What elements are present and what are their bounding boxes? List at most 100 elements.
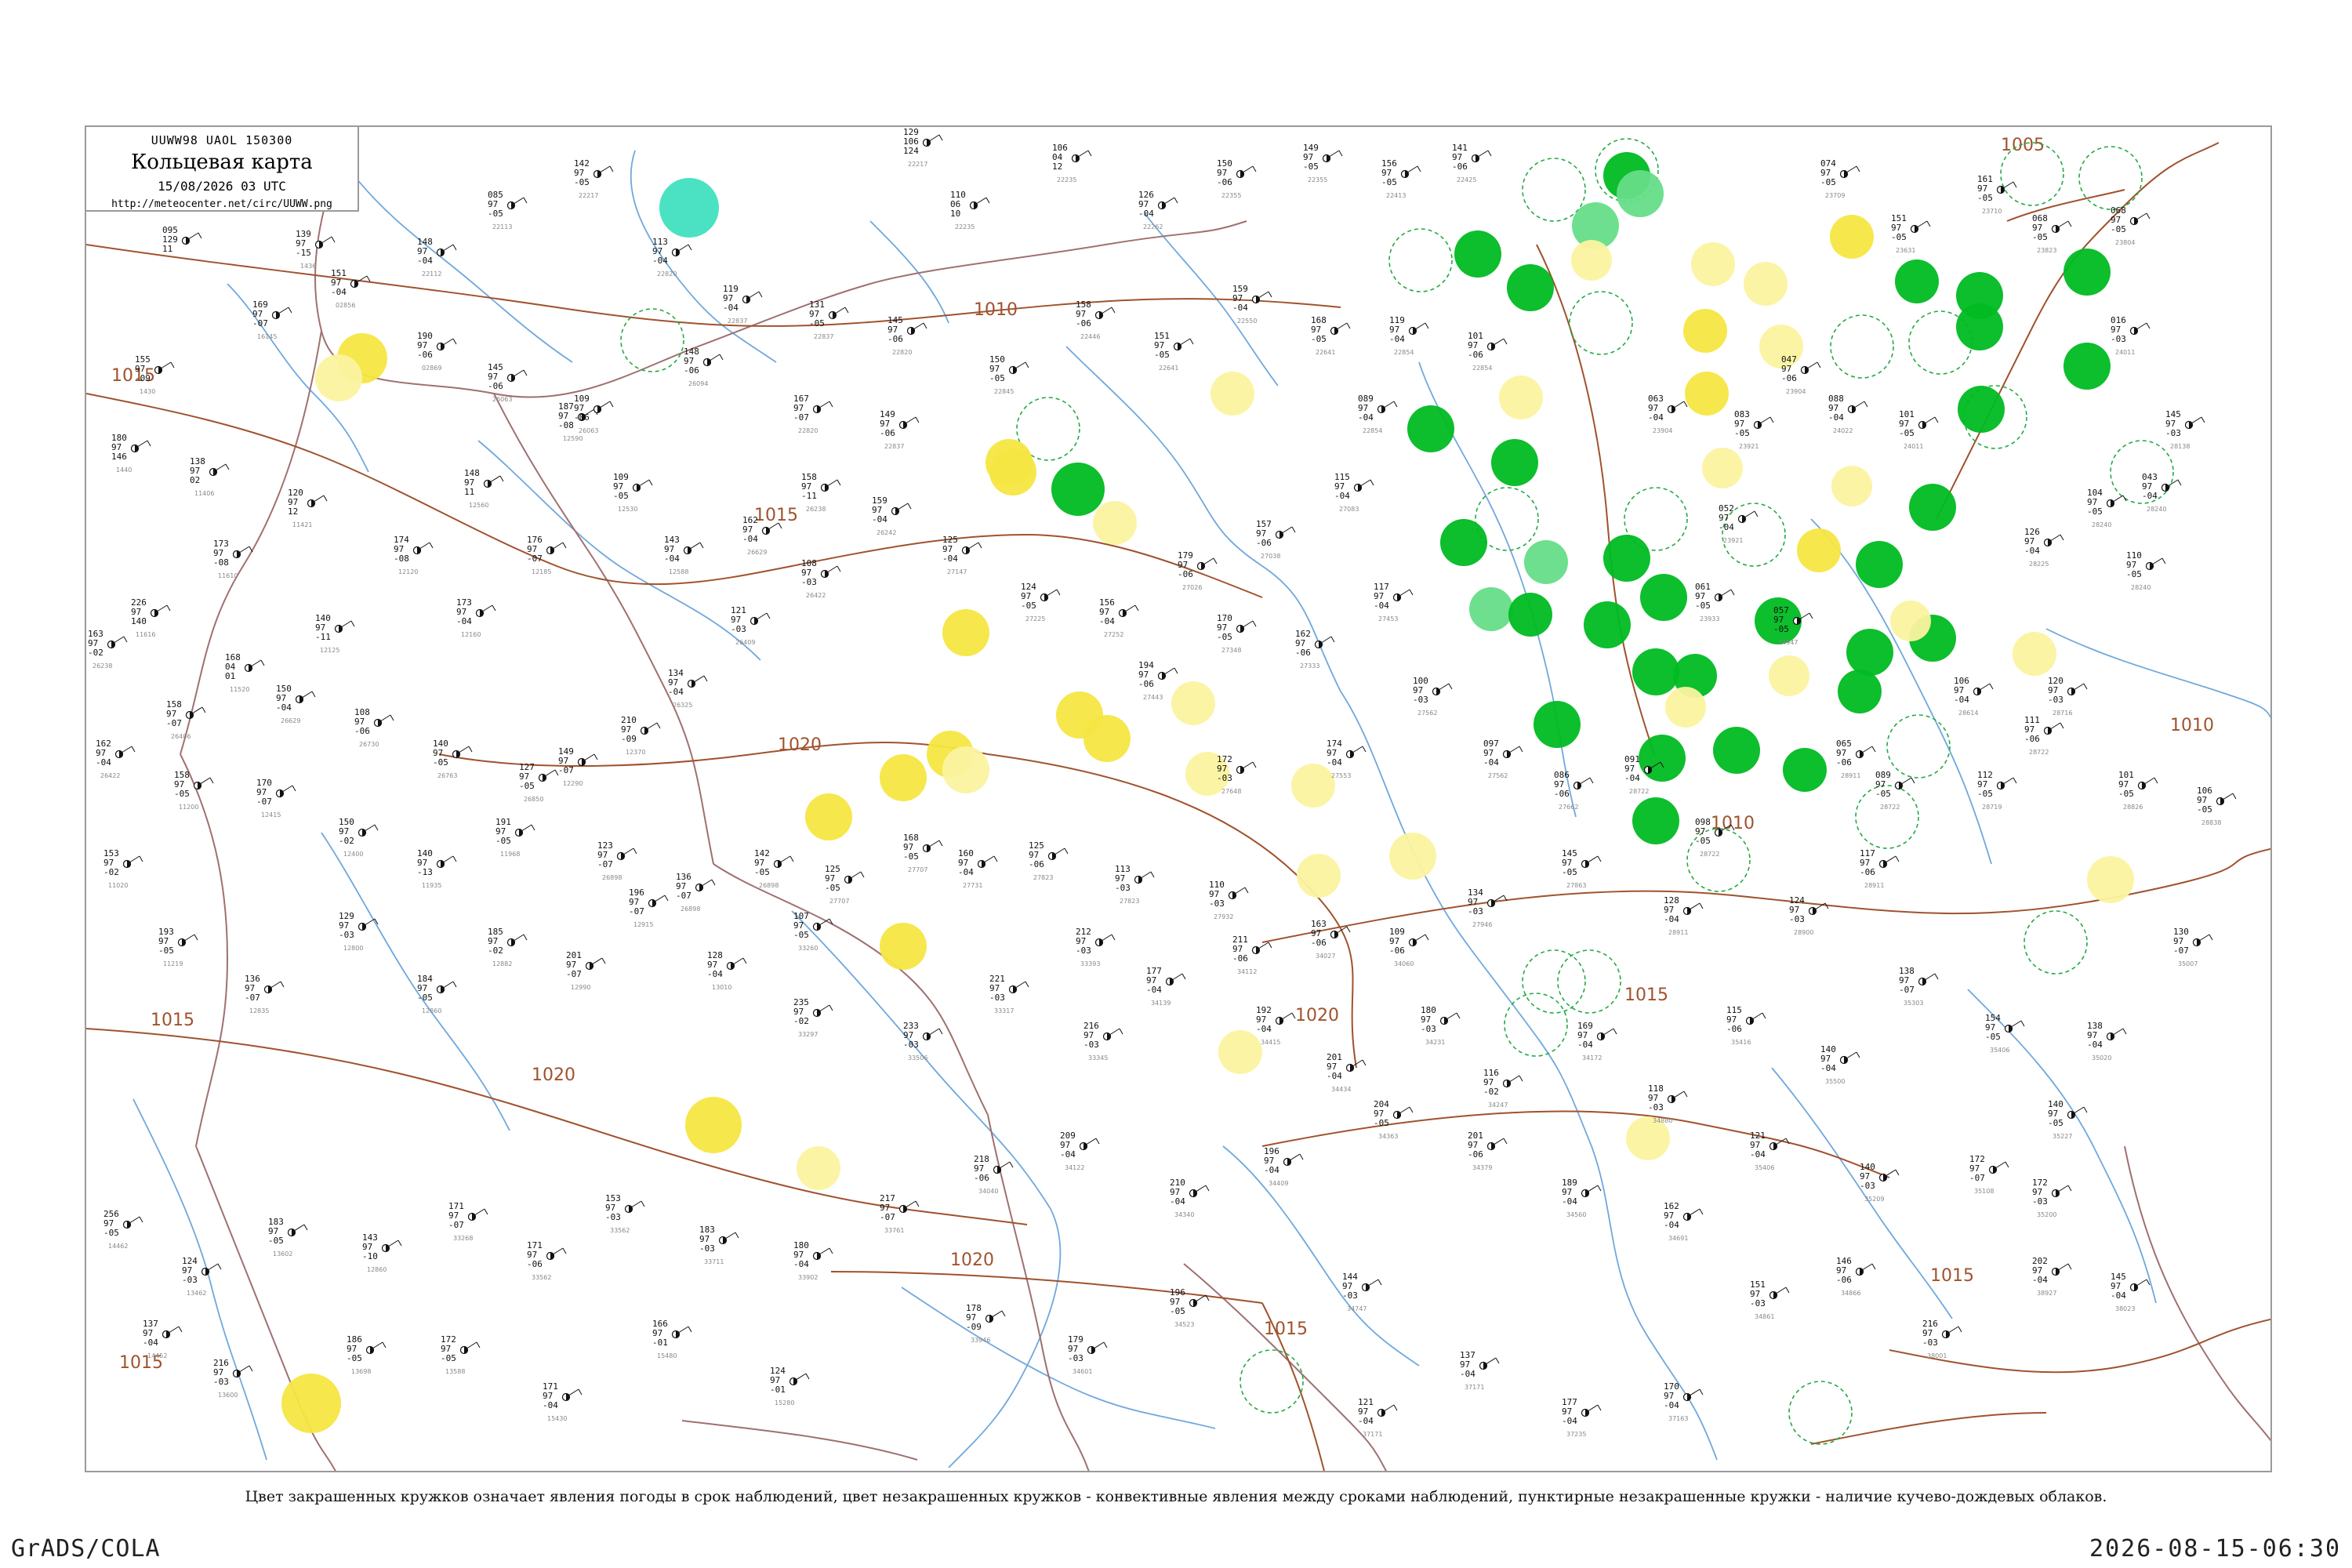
station-plot[interactable]: 15797-0627038 [1256, 519, 1296, 560]
station-plot[interactable]: 15997-0422550 [1232, 284, 1272, 325]
station-plot[interactable]: 19397-0511219 [158, 927, 198, 967]
station-plot[interactable]: 13697-0712835 [245, 974, 285, 1014]
weather-circle-haze_light[interactable] [1389, 833, 1436, 880]
station-plot[interactable]: 16397-0226238 [88, 629, 128, 670]
weather-circle-haze_light[interactable] [1093, 501, 1137, 545]
station-plot[interactable]: 110061022235 [950, 190, 990, 230]
station-plot[interactable]: 12397-0726898 [597, 840, 637, 881]
station-plot[interactable]: 23597-0233297 [793, 997, 833, 1038]
station-plot[interactable]: 11097-0528240 [2126, 550, 2166, 591]
station-plot[interactable]: 12497-0328900 [1789, 895, 1829, 936]
weather-circle-rain[interactable] [1603, 535, 1650, 582]
station-plot[interactable]: 17997-0627026 [1178, 550, 1218, 591]
station-plot[interactable]: 15897-0511200 [174, 770, 214, 811]
station-plot[interactable]: 14697-0634866 [1836, 1256, 1876, 1297]
station-plot[interactable]: 21297-0333393 [1076, 927, 1116, 967]
weather-circle-haze[interactable] [281, 1374, 341, 1433]
station-plot[interactable]: 10897-0626730 [354, 707, 394, 748]
weather-circle-haze_light[interactable] [1297, 854, 1341, 898]
station-plot[interactable]: 08597-0522113 [488, 190, 528, 230]
station-plot[interactable]: 13497-0426325 [668, 668, 708, 709]
station-plot[interactable]: 17297-0513588 [441, 1334, 481, 1375]
station-plot[interactable]: 19497-0627443 [1138, 660, 1178, 701]
station-plot[interactable]: 12497-0115280 [770, 1366, 810, 1406]
station-plot[interactable]: 09512911 [162, 225, 202, 254]
station-plot[interactable]: 17197-0415430 [543, 1381, 583, 1422]
station-plot[interactable]: 12197-0326409 [731, 605, 771, 646]
station-plot[interactable]: 180971461440 [111, 433, 151, 474]
station-plot[interactable]: 14297-0526898 [754, 848, 794, 889]
station-plot[interactable]: 10697-0428614 [1954, 676, 1994, 717]
weather-circle-rain[interactable] [1632, 797, 1679, 844]
station-plot[interactable]: 18597-0212882 [488, 927, 528, 967]
weather-circle-haze_light[interactable] [2013, 632, 2056, 676]
weather-circle-haze_light[interactable] [1769, 655, 1809, 696]
station-plot[interactable]: 17097-0712415 [256, 778, 296, 818]
station-plot[interactable]: 14997-0522355 [1303, 143, 1343, 183]
station-plot[interactable]: 16297-0434691 [1664, 1201, 1704, 1242]
weather-circle-rain_light[interactable] [1524, 540, 1568, 584]
station-plot[interactable]: 15897-0622446 [1076, 299, 1116, 340]
station-plot[interactable]: 12597-0427147 [942, 535, 982, 575]
station-plot[interactable]: 10197-0622854 [1468, 331, 1508, 372]
station-plot[interactable]: 10897-0326422 [801, 558, 841, 599]
station-plot[interactable]: 17197-0733268 [448, 1201, 488, 1242]
station-plot[interactable]: 25697-0514462 [103, 1209, 143, 1250]
station-plot[interactable]: 15097-0426629 [276, 684, 316, 724]
station-plot[interactable]: 20497-0534363 [1374, 1099, 1414, 1140]
station-plot[interactable]: 11197-0628722 [2024, 715, 2064, 756]
station-plot[interactable]: 14597-0527863 [1562, 848, 1602, 889]
station-plot[interactable]: 14097-1311935 [417, 848, 457, 889]
station-plot[interactable]: 16097-0427731 [958, 848, 998, 889]
station-plot[interactable]: 13797-0414452 [143, 1319, 183, 1359]
station-plot[interactable]: 22197-0333317 [989, 974, 1029, 1014]
station-plot[interactable]: 15197-0522641 [1154, 331, 1194, 372]
station-plot[interactable]: 17097-0437163 [1664, 1381, 1704, 1422]
weather-circle-rain[interactable] [1856, 541, 1903, 588]
station-plot[interactable]: 15197-0334861 [1750, 1279, 1790, 1320]
weather-circle-rain[interactable] [1639, 735, 1686, 782]
station-plot[interactable]: 11797-0427453 [1374, 582, 1414, 622]
station-plot[interactable]: 12697-0422262 [1138, 190, 1178, 230]
station-plot[interactable]: 15697-0522413 [1381, 158, 1421, 199]
station-plot[interactable]: 06897-0523804 [2111, 205, 2151, 246]
station-plot[interactable]: 15397-0333562 [605, 1193, 645, 1234]
station-plot[interactable]: 14197-0622425 [1452, 143, 1492, 183]
station-plot[interactable]: 11997-0422854 [1389, 315, 1429, 356]
station-plot[interactable]: 18397-0333711 [699, 1225, 739, 1265]
station-plot[interactable]: 106041222235 [1052, 143, 1092, 183]
station-plot[interactable]: 14397-0412588 [664, 535, 704, 575]
weather-circle-rain[interactable] [2063, 343, 2111, 390]
weather-circle-haze_light[interactable] [1291, 764, 1335, 808]
station-plot[interactable]: 16997-0716145 [252, 299, 292, 340]
station-plot[interactable]: 20197-0712990 [566, 950, 606, 991]
station-plot[interactable]: 15897-0726406 [166, 699, 206, 740]
station-plot[interactable]: 14397-1012860 [362, 1232, 402, 1273]
weather-circle-rain[interactable] [1640, 574, 1687, 621]
station-plot[interactable]: 10997-0512530 [613, 472, 653, 513]
weather-circle-haze[interactable] [880, 923, 927, 970]
station-plot[interactable]: 12097-0328716 [2048, 676, 2088, 717]
station-plot[interactable]: 17297-0335200 [2032, 1178, 2072, 1218]
station-plot[interactable]: 08997-0422854 [1358, 394, 1398, 434]
weather-circle-haze_light[interactable] [1831, 466, 1872, 506]
station-plot[interactable]: 16697-0115480 [652, 1319, 692, 1359]
station-plot[interactable]: 11597-0635416 [1726, 1005, 1766, 1046]
station-plot[interactable]: 15497-0535406 [1985, 1013, 2025, 1054]
weather-circle-haze[interactable] [1083, 715, 1131, 762]
station-plot[interactable]: 148971112560 [464, 468, 504, 509]
station-plot[interactable]: 16297-0426422 [96, 739, 136, 779]
station-plot[interactable]: 13797-0437171 [1460, 1350, 1500, 1391]
station-plot[interactable]: 20197-0434434 [1327, 1052, 1367, 1093]
station-plot[interactable]: 15197-0523631 [1891, 213, 1931, 254]
station-plot[interactable]: 11997-0422837 [723, 284, 763, 325]
map-frame[interactable]: 1010 1015 1020 1020 1020 1015 1020 1010 1015 1015… [85, 125, 2272, 1472]
station-plot[interactable]: 17697-0712185 [527, 535, 567, 575]
station-plot[interactable]: 21797-0733761 [880, 1193, 920, 1234]
station-plot[interactable]: 18997-0434560 [1562, 1178, 1602, 1218]
weather-circle-rain[interactable] [1838, 670, 1882, 713]
weather-circle-haze_light[interactable] [1210, 372, 1254, 416]
weather-circle-rain[interactable] [1956, 303, 2003, 350]
station-plot[interactable]: 16397-0634027 [1311, 919, 1351, 960]
station-plot[interactable]: 06597-0628911 [1836, 739, 1876, 779]
